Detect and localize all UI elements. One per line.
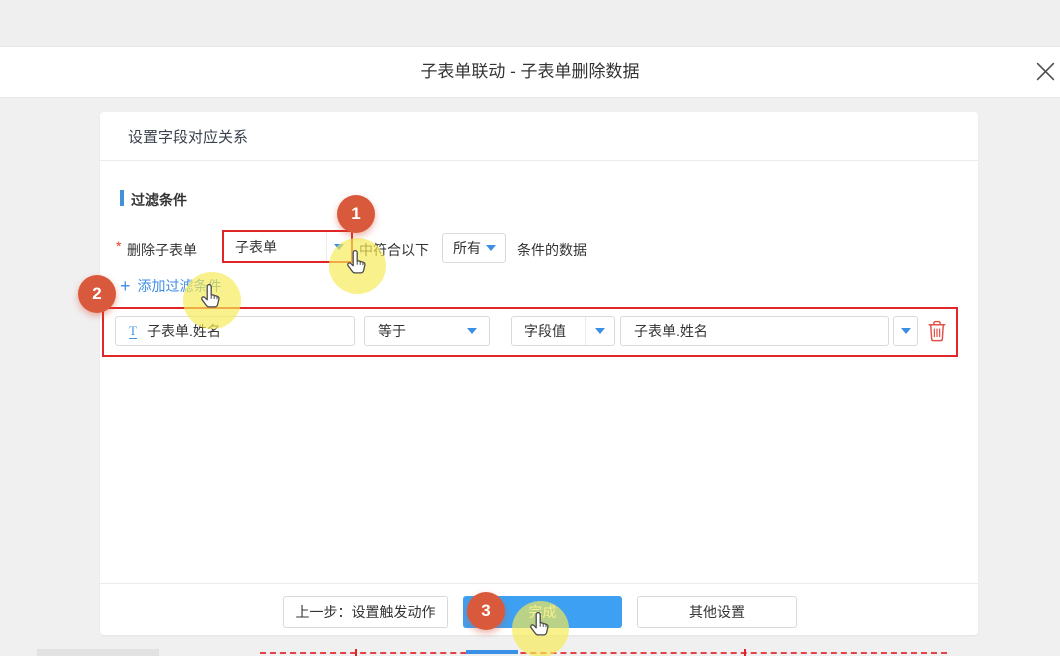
prev-step-button[interactable]: 上一步：设置触发动作 <box>283 596 448 628</box>
condition-compare-caret-button[interactable] <box>893 316 918 346</box>
background-fragment <box>466 650 518 654</box>
background-fragment <box>260 652 947 654</box>
condition-compare-value: 子表单.姓名 <box>634 321 708 341</box>
condition-operator-select[interactable]: 等于 <box>364 316 490 346</box>
close-button[interactable] <box>1033 62 1057 86</box>
subform-select-caret-zone[interactable] <box>326 232 351 261</box>
chevron-down-icon <box>467 328 477 334</box>
condition-valuetype-value: 字段值 <box>524 321 566 341</box>
chevron-down-icon <box>334 244 344 250</box>
condition-compare-select[interactable]: 子表单.姓名 <box>620 316 889 346</box>
other-settings-button[interactable]: 其他设置 <box>637 596 797 628</box>
finish-button[interactable]: 完成 <box>463 596 622 628</box>
match-suffix-text: 条件的数据 <box>517 240 587 260</box>
condition-valuetype-select[interactable]: 字段值 <box>511 316 615 346</box>
close-icon <box>1036 62 1055 86</box>
match-mode-value: 所有 <box>453 238 481 258</box>
add-filter-label: 添加过滤条件 <box>138 276 222 296</box>
condition-operator-value: 等于 <box>378 321 406 341</box>
condition-field-select[interactable]: T 子表单.姓名 <box>115 316 355 346</box>
modal-title: 子表单联动 - 子表单删除数据 <box>0 47 1060 97</box>
footer-divider <box>100 583 978 584</box>
plus-icon: + <box>120 277 131 295</box>
text-field-icon: T <box>129 324 137 339</box>
section-accent-bar <box>120 190 124 206</box>
chevron-down-icon <box>595 328 605 334</box>
valuetype-caret-zone[interactable] <box>585 317 614 345</box>
subform-select[interactable]: 子表单 <box>222 230 353 263</box>
filter-section-title: 过滤条件 <box>131 190 187 210</box>
delete-condition-button[interactable] <box>927 320 947 342</box>
delete-subform-label: 删除子表单 <box>127 240 197 260</box>
trash-icon <box>927 329 947 346</box>
settings-panel <box>100 112 978 635</box>
topbar <box>0 0 1060 47</box>
chevron-down-icon <box>901 328 911 334</box>
match-prefix-text: 中符合以下 <box>359 240 429 260</box>
background-fragment <box>744 649 746 656</box>
chevron-down-icon <box>486 245 496 251</box>
required-mark: * <box>116 238 121 254</box>
modal-header: 子表单联动 - 子表单删除数据 <box>0 47 1060 98</box>
add-filter-link[interactable]: + 添加过滤条件 <box>120 276 222 296</box>
subform-select-value: 子表单 <box>224 237 326 257</box>
background-fragment <box>37 649 159 656</box>
panel-header: 设置字段对应关系 <box>128 126 248 147</box>
panel-header-divider <box>100 160 978 161</box>
background-fragment <box>355 649 357 656</box>
match-mode-select[interactable]: 所有 <box>442 233 506 263</box>
app-root: 未命名数据助手 控件事件 新手引导 保存 子表单联动 - 子表单删除数据 设置字… <box>0 0 1060 656</box>
condition-field-value: 子表单.姓名 <box>147 321 221 341</box>
